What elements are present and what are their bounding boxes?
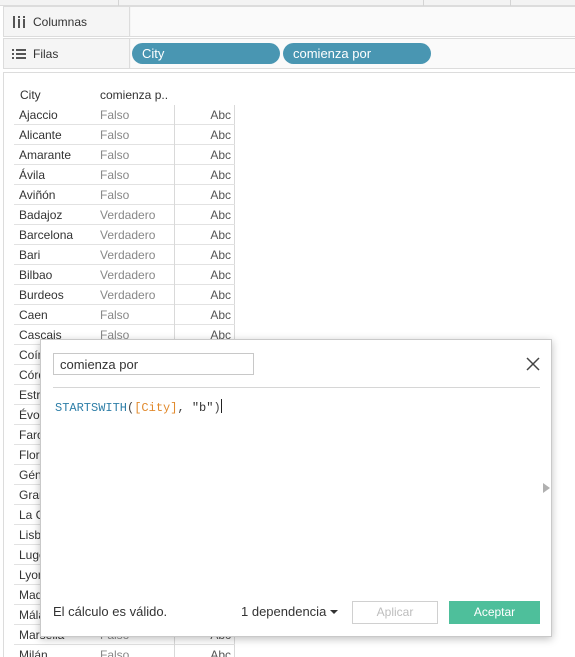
formula-separator: , [177,401,192,415]
formula-close-paren: ) [213,401,221,415]
comienza-por-cell: Falso [100,308,130,322]
formula-string: "b" [191,401,214,415]
columns-shelf-label: Columnas [4,7,130,36]
formula-editor[interactable]: STARTSWITH([City], "b") [55,399,222,415]
abc-cell: Abc [174,205,235,225]
comienza-por-cell: Verdadero [100,208,156,222]
expand-functions-icon[interactable] [541,482,551,494]
dependency-label: 1 dependencia [241,604,327,619]
abc-cell: Abc [174,105,235,125]
table-row[interactable]: Caen Falso Abc [14,305,235,325]
city-cell: Ajaccio [19,108,58,122]
comienza-por-cell: Falso [100,148,130,162]
dependency-dropdown[interactable]: 1 dependencia [241,604,339,619]
table-row[interactable]: Alicante Falso Abc [14,125,235,145]
ok-button[interactable]: Aceptar [449,601,540,624]
table-row[interactable]: Bilbao Verdadero Abc [14,265,235,285]
comienza-por-cell: Falso [100,108,130,122]
comienza-por-column-header[interactable]: comienza p.. [100,86,168,104]
city-cell: Milán [19,648,48,657]
city-cell: Badajoz [19,208,63,222]
apply-button[interactable]: Aplicar [352,601,438,624]
abc-cell: Abc [174,285,235,305]
city-cell: Bari [19,248,41,262]
comienza-por-cell: Verdadero [100,248,156,262]
abc-cell: Abc [174,225,235,245]
rows-label: Filas [33,46,59,61]
table-row[interactable]: Ajaccio Falso Abc [14,105,235,125]
columns-drop-zone[interactable] [131,7,575,36]
dialog-divider [53,387,540,388]
rows-icon [12,48,26,59]
city-cell: Caen [19,308,48,322]
city-pill[interactable]: City [132,43,280,64]
abc-cell: Abc [174,645,235,657]
tableau-worksheet: Columnas Filas City comienza por City co… [0,0,575,657]
table-row[interactable]: Milán Falso Abc [14,645,235,657]
calculation-name-input[interactable] [53,353,254,375]
columns-icon [13,15,25,28]
abc-cell: Abc [174,245,235,265]
rows-shelf-label: Filas [4,39,130,68]
comienza-por-cell: Falso [100,188,130,202]
city-cell: Bilbao [19,268,53,282]
city-cell: Barcelona [19,228,74,242]
city-cell: Ávila [19,168,46,182]
comienza-por-cell: Verdadero [100,288,156,302]
text-cursor [220,399,222,413]
comienza-por-cell: Falso [100,128,130,142]
table-row[interactable]: Ávila Falso Abc [14,165,235,185]
chevron-down-icon [330,610,339,614]
table-row[interactable]: Badajoz Verdadero Abc [14,205,235,225]
abc-cell: Abc [174,305,235,325]
columns-shelf: Columnas [3,6,575,37]
table-row[interactable]: Barcelona Verdadero Abc [14,225,235,245]
rows-drop-zone[interactable]: City comienza por [131,39,575,68]
table-row[interactable]: Aviñón Falso Abc [14,185,235,205]
calculation-editor-dialog: STARTSWITH([City], "b") El cálculo es vá… [40,339,552,637]
comienza-por-cell: Falso [100,168,130,182]
calculation-status: El cálculo es válido. [53,604,168,619]
abc-cell: Abc [174,165,235,185]
city-cell: Aviñón [19,188,56,202]
city-column-header[interactable]: City [20,86,41,104]
formula-function: STARTSWITH [55,401,128,415]
abc-cell: Abc [174,145,235,165]
close-icon[interactable] [524,355,542,373]
table-row[interactable]: Amarante Falso Abc [14,145,235,165]
comienza-por-cell: Verdadero [100,228,156,242]
comienza-por-cell: Falso [100,648,130,657]
table-row[interactable]: Burdeos Verdadero Abc [14,285,235,305]
city-cell: Alicante [19,128,62,142]
abc-cell: Abc [174,185,235,205]
rows-shelf: Filas City comienza por [3,38,575,69]
abc-cell: Abc [174,125,235,145]
comienza-por-cell: Verdadero [100,268,156,282]
abc-cell: Abc [174,265,235,285]
columns-label: Columnas [33,14,88,29]
city-cell: Amarante [19,148,72,162]
city-cell: Burdeos [19,288,64,302]
table-row[interactable]: Bari Verdadero Abc [14,245,235,265]
formula-field: [City] [134,401,178,415]
comienza-por-pill[interactable]: comienza por [283,43,431,64]
